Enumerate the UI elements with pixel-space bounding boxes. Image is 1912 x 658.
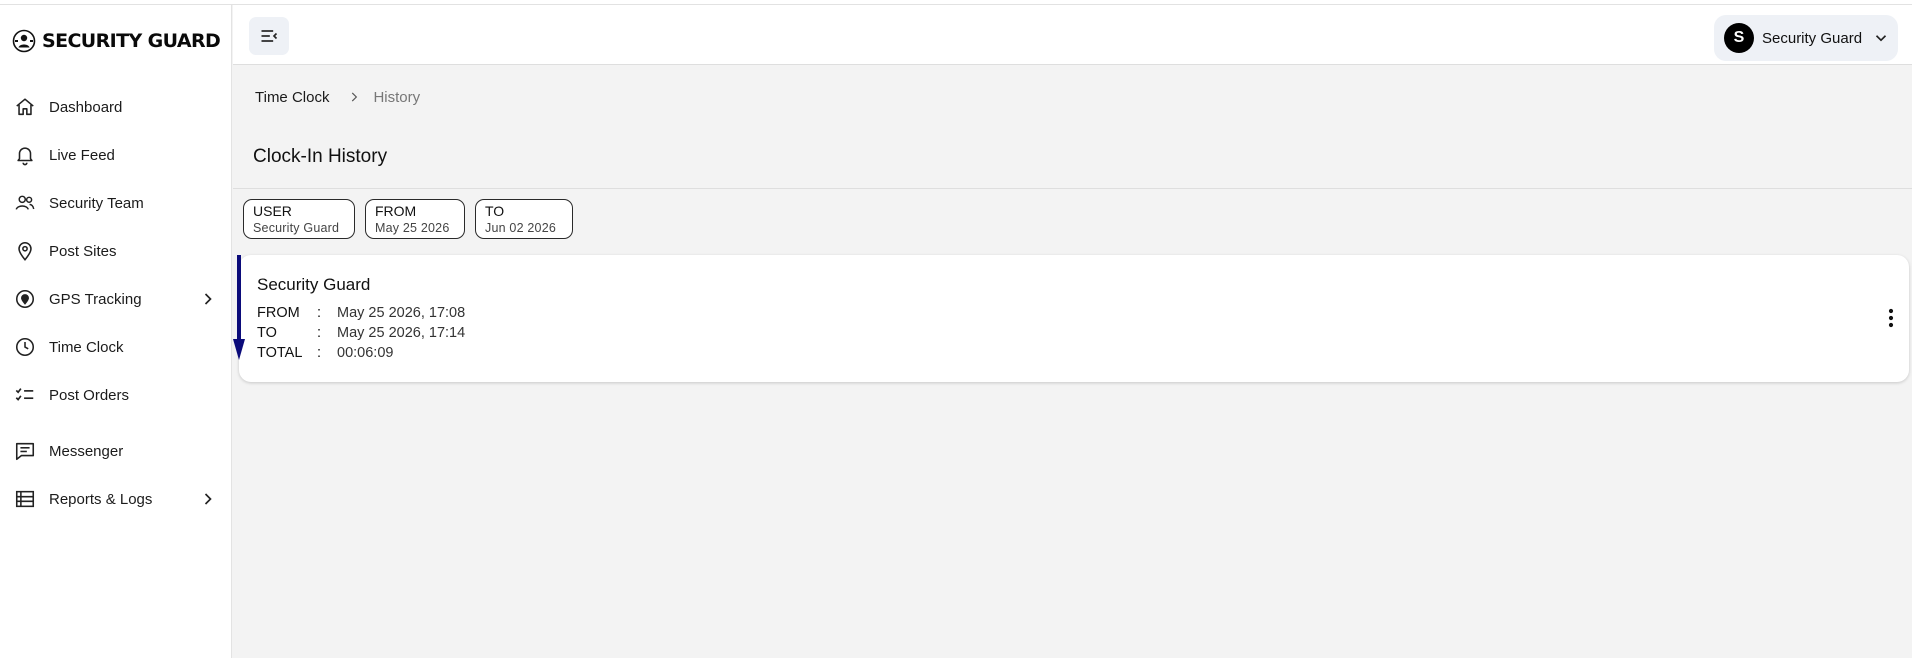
sidebar-item-gps-tracking[interactable]: GPS Tracking bbox=[0, 279, 232, 319]
chevron-right-icon bbox=[204, 493, 212, 505]
record-field-value: May 25 2026, 17:14 bbox=[337, 325, 466, 341]
chevron-right-icon bbox=[352, 92, 358, 102]
filter-chip-to[interactable]: TO Jun 02 2026 bbox=[475, 199, 573, 239]
record-field-value: 00:06:09 bbox=[337, 345, 394, 361]
sidebar-item-label: Messenger bbox=[49, 442, 124, 460]
gps-icon bbox=[14, 288, 36, 310]
user-name: Security Guard bbox=[1762, 29, 1863, 47]
guard-logo-icon bbox=[12, 29, 36, 53]
sidebar-item-label: Post Orders bbox=[49, 386, 130, 404]
filter-chip-value: Security Guard bbox=[253, 221, 340, 235]
record-field-label: TOTAL bbox=[257, 345, 303, 361]
sidebar-item-live-feed[interactable]: Live Feed bbox=[0, 135, 232, 175]
filter-chip-user[interactable]: USER Security Guard bbox=[243, 199, 355, 239]
chevron-down-icon bbox=[1875, 35, 1887, 42]
more-vertical-icon bbox=[1888, 308, 1894, 328]
sidebar-item-label: Dashboard bbox=[49, 98, 123, 116]
sidebar-item-label: Security Team bbox=[49, 194, 144, 212]
record-row-from: FROM : May 25 2026, 17:08 bbox=[257, 305, 465, 321]
sidebar-item-dashboard[interactable]: Dashboard bbox=[0, 87, 232, 127]
breadcrumb-link-time-clock[interactable]: Time Clock bbox=[255, 89, 329, 106]
sidebar-item-label: Time Clock bbox=[49, 338, 124, 356]
menu-collapse-icon bbox=[261, 30, 278, 42]
record-more-options-button[interactable] bbox=[1879, 305, 1903, 331]
chat-icon bbox=[14, 440, 36, 462]
avatar: S bbox=[1724, 23, 1754, 53]
checklist-icon bbox=[14, 384, 36, 406]
sidebar-item-time-clock[interactable]: Time Clock bbox=[0, 327, 232, 367]
page-title: Clock-In History bbox=[253, 146, 388, 167]
record-field-value: May 25 2026, 17:08 bbox=[337, 305, 466, 321]
breadcrumb-current: History bbox=[373, 88, 421, 106]
map-pin-icon bbox=[14, 240, 36, 262]
users-icon bbox=[14, 192, 36, 214]
scroll-down-arrow-icon bbox=[233, 255, 245, 360]
record-user-name: Security Guard bbox=[257, 275, 371, 294]
sidebar-item-label: Reports & Logs bbox=[49, 490, 153, 508]
sidebar-item-reports-logs[interactable]: Reports & Logs bbox=[0, 479, 232, 519]
user-menu-button[interactable]: S Security Guard bbox=[1714, 15, 1898, 61]
menu-toggle-button[interactable] bbox=[249, 17, 289, 55]
record-row-to: TO : May 25 2026, 17:14 bbox=[257, 325, 465, 341]
clock-icon bbox=[14, 336, 36, 358]
record-field-label: TO bbox=[257, 325, 277, 341]
record-field-separator: : bbox=[317, 325, 322, 341]
brand-logo[interactable]: SECURITY GUARD bbox=[12, 25, 221, 57]
sidebar: SECURITY GUARD Dashboard Live Feed Secur… bbox=[0, 5, 232, 658]
filter-chip-title: FROM bbox=[375, 203, 417, 219]
filter-chip-title: USER bbox=[253, 203, 292, 219]
sidebar-item-post-sites[interactable]: Post Sites bbox=[0, 231, 232, 271]
record-field-label: FROM bbox=[257, 305, 300, 321]
chevron-right-icon bbox=[204, 293, 212, 305]
record-field-separator: : bbox=[317, 305, 322, 321]
sidebar-item-label: Live Feed bbox=[49, 146, 115, 164]
sidebar-item-messenger[interactable]: Messenger bbox=[0, 431, 232, 471]
filter-chip-value: Jun 02 2026 bbox=[485, 221, 557, 235]
sidebar-item-security-team[interactable]: Security Team bbox=[0, 183, 232, 223]
filter-chip-from[interactable]: FROM May 25 2026 bbox=[365, 199, 465, 239]
home-icon bbox=[14, 96, 36, 118]
filter-chip-value: May 25 2026 bbox=[375, 221, 450, 235]
record-row-total: TOTAL : 00:06:09 bbox=[257, 345, 393, 361]
record-field-separator: : bbox=[317, 345, 322, 361]
sidebar-item-post-orders[interactable]: Post Orders bbox=[0, 375, 232, 415]
clock-in-record-card[interactable]: Security Guard FROM : May 25 2026, 17:08… bbox=[239, 255, 1909, 382]
top-header: S Security Guard bbox=[233, 5, 1912, 65]
brand-name: SECURITY GUARD bbox=[42, 30, 221, 52]
divider bbox=[233, 188, 1912, 189]
list-icon bbox=[14, 488, 36, 510]
sidebar-item-label: GPS Tracking bbox=[49, 290, 142, 308]
sidebar-item-label: Post Sites bbox=[49, 242, 117, 260]
filter-chip-title: TO bbox=[485, 203, 505, 219]
breadcrumb: Time Clock History bbox=[255, 86, 420, 108]
bell-icon bbox=[14, 144, 36, 166]
